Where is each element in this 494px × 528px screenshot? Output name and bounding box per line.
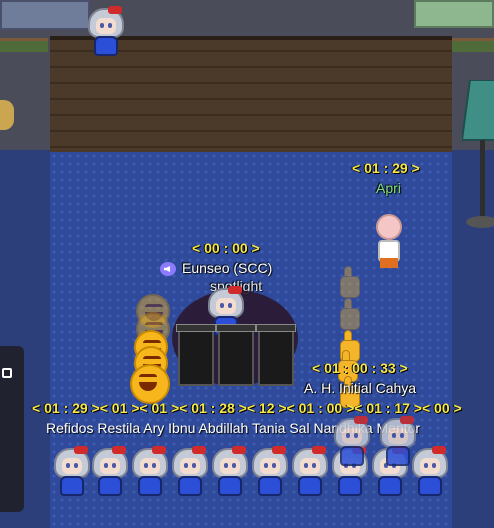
- podium-left: [176, 324, 216, 386]
- avatar-crowd[interactable]: [210, 446, 250, 498]
- avatar-on-stage[interactable]: [86, 6, 126, 58]
- avatar-crowd[interactable]: [130, 446, 170, 498]
- planter-left: [0, 38, 48, 52]
- side-panel-tab[interactable]: [0, 346, 24, 512]
- planter-right: [452, 38, 494, 52]
- avatar-crowd[interactable]: [170, 446, 210, 498]
- adjacent-room-left: [0, 0, 90, 30]
- cahya-name: A. H. Initial Cahya: [304, 380, 417, 396]
- game-scene[interactable]: < 01 : 29 > Apri < 00 : 00 > Eunseo (SCC…: [0, 0, 494, 528]
- adjacent-room-right: [414, 0, 494, 28]
- avatar-crowd-back[interactable]: [378, 416, 418, 468]
- apri-timer: < 01 : 29 >: [352, 160, 420, 176]
- avatar-apri[interactable]: [372, 214, 406, 270]
- podium-right: [256, 324, 296, 386]
- thumbs-up-icon: [338, 298, 362, 332]
- avatar-crowd-back[interactable]: [332, 416, 372, 468]
- avatar-bow: [108, 6, 122, 14]
- panel-icon: [2, 368, 12, 378]
- thumbs-up-icon: [338, 266, 362, 300]
- avatar-bow: [228, 286, 242, 294]
- eunseo-name: Eunseo (SCC): [182, 260, 273, 276]
- avatar-face: [216, 298, 236, 314]
- avatar-crowd[interactable]: [52, 446, 92, 498]
- bottom-timers: < 01 : 29 >< 01 >< 01 >< 01 : 28 >< 12 >…: [32, 400, 462, 416]
- apri-name: Apri: [376, 180, 401, 196]
- podium-center: [216, 324, 256, 386]
- cahya-timer: < 01 : 00 : 33 >: [312, 360, 408, 376]
- avatar-face: [96, 18, 116, 34]
- avatar-crowd[interactable]: [290, 446, 330, 498]
- wall-ornament: [0, 100, 14, 130]
- avatar-crowd[interactable]: [250, 446, 290, 498]
- speaker-icon: [160, 262, 176, 276]
- avatar-head: [376, 214, 402, 240]
- eunseo-timer: < 00 : 00 >: [192, 240, 260, 256]
- avatar-body: [94, 36, 118, 56]
- laughing-emoji-icon: [130, 364, 170, 404]
- floor-lamp: [462, 80, 494, 228]
- avatar-legs: [380, 258, 398, 268]
- avatar-crowd[interactable]: [90, 446, 130, 498]
